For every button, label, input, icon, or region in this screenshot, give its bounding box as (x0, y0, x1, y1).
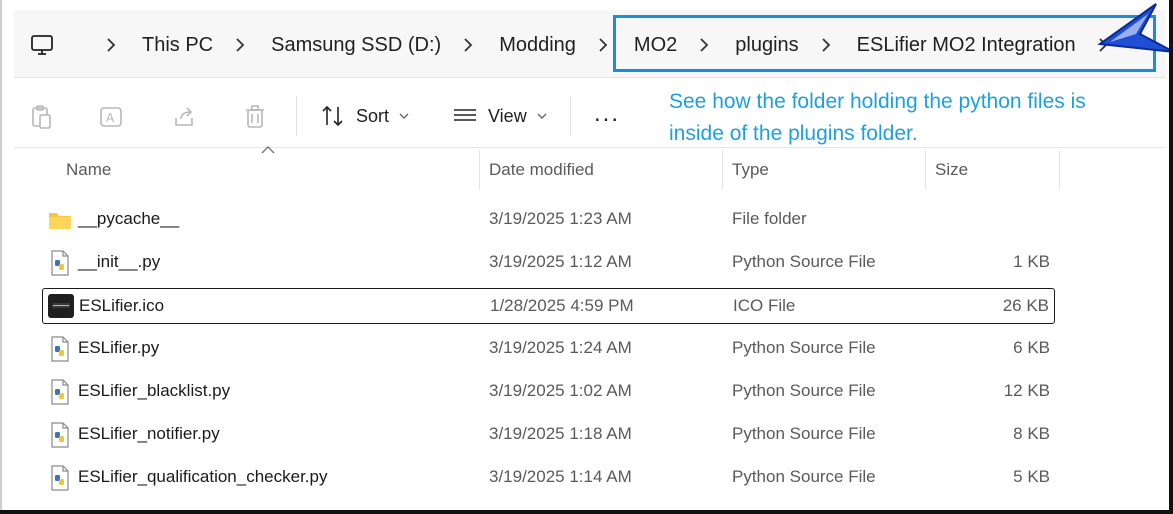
file-type: Python Source File (732, 467, 876, 486)
column-header-date[interactable]: Date modified (489, 160, 594, 180)
annotation-highlight-box (613, 15, 1156, 72)
python-file-icon (51, 250, 69, 276)
sort-button[interactable]: Sort (320, 100, 409, 132)
ico-file-icon (48, 294, 74, 318)
window-border-left (0, 0, 2, 514)
column-header-type[interactable]: Type (732, 160, 769, 180)
chevron-right-icon[interactable] (463, 38, 473, 52)
file-row[interactable]: __pycache__ 3/19/2025 1:23 AM File folde… (42, 202, 1055, 238)
file-name: ESLifier_blacklist.py (78, 381, 231, 400)
file-name: ESLifier.py (78, 338, 160, 357)
svg-text:A: A (106, 111, 115, 125)
annotation-note: See how the folder holding the python fi… (669, 86, 1169, 150)
python-file-icon (51, 336, 69, 362)
file-size: 8 KB (1013, 424, 1050, 443)
chevron-right-icon[interactable] (235, 38, 245, 52)
python-file-icon (51, 465, 69, 491)
file-type: Python Source File (732, 424, 876, 443)
share-icon[interactable] (172, 104, 198, 130)
file-size: 12 KB (1003, 381, 1050, 400)
breadcrumb-modding[interactable]: Modding (499, 34, 576, 57)
file-name: __init__.py (78, 252, 161, 271)
delete-icon[interactable] (242, 104, 268, 130)
file-explorer-window: This PC Samsung SSD (D:) Modding MO2 plu… (0, 0, 1173, 514)
sort-label: Sort (356, 105, 390, 126)
more-options-button[interactable]: ... (594, 102, 620, 126)
file-date: 3/19/2025 1:24 AM (489, 338, 632, 357)
file-row[interactable]: ESLifier.py 3/19/2025 1:24 AM Python Sou… (42, 331, 1055, 367)
file-row[interactable]: ESLifier_qualification_checker.py 3/19/2… (42, 460, 1055, 496)
file-size: 6 KB (1013, 338, 1050, 357)
sort-icon (322, 105, 343, 127)
file-row[interactable]: ESLifier_notifier.py 3/19/2025 1:18 AM P… (42, 417, 1055, 453)
file-type: File folder (732, 209, 807, 228)
file-date: 1/28/2025 4:59 PM (490, 296, 634, 315)
column-header-size[interactable]: Size (935, 160, 968, 180)
view-button[interactable]: View (452, 100, 547, 132)
toolbar-divider (570, 96, 571, 136)
breadcrumb-drive[interactable]: Samsung SSD (D:) (271, 34, 441, 57)
toolbar-divider (296, 96, 297, 136)
chevron-right-icon[interactable] (598, 38, 608, 52)
column-divider[interactable] (722, 150, 723, 190)
file-name: ESLifier_notifier.py (78, 424, 220, 443)
file-date: 3/19/2025 1:18 AM (489, 424, 632, 443)
file-row-selected[interactable]: ESLifier.ico 1/28/2025 4:59 PM ICO File … (42, 288, 1055, 324)
file-row[interactable]: ESLifier_blacklist.py 3/19/2025 1:02 AM … (42, 374, 1055, 410)
view-label: View (488, 105, 527, 126)
folder-icon (49, 213, 71, 229)
column-divider[interactable] (1059, 150, 1060, 190)
file-date: 3/19/2025 1:12 AM (489, 252, 632, 271)
chevron-down-icon (399, 113, 409, 119)
file-name: ESLifier.ico (79, 296, 165, 315)
file-name: ESLifier_qualification_checker.py (78, 467, 328, 486)
column-header-name[interactable]: Name (66, 160, 111, 180)
file-row[interactable]: __init__.py 3/19/2025 1:12 AM Python Sou… (42, 245, 1055, 281)
rename-icon[interactable]: A (98, 104, 124, 130)
sort-ascending-icon (261, 146, 275, 154)
file-date: 3/19/2025 1:14 AM (489, 467, 632, 486)
breadcrumb-this-pc[interactable]: This PC (142, 34, 213, 57)
python-file-icon (51, 379, 69, 405)
file-size: 26 KB (1002, 296, 1049, 315)
chevron-down-icon (537, 113, 547, 119)
computer-icon[interactable] (30, 33, 54, 57)
chevron-right-icon[interactable] (106, 38, 116, 52)
file-type: ICO File (733, 296, 796, 315)
file-type: Python Source File (732, 338, 876, 357)
annotation-line-1: See how the folder holding the python fi… (669, 90, 1086, 113)
view-list-icon (454, 109, 476, 121)
window-border-right (1169, 0, 1173, 514)
file-type: Python Source File (732, 252, 876, 271)
paste-icon[interactable] (28, 104, 54, 130)
annotation-arrow-icon (1097, 3, 1173, 53)
file-date: 3/19/2025 1:02 AM (489, 381, 632, 400)
file-name: __pycache__ (78, 209, 180, 228)
python-file-icon (51, 422, 69, 448)
file-size: 5 KB (1013, 467, 1050, 486)
file-type: Python Source File (732, 381, 876, 400)
annotation-line-2: inside of the plugins folder. (669, 122, 918, 145)
window-border-bottom (0, 510, 1173, 514)
column-divider[interactable] (925, 150, 926, 190)
file-size: 1 KB (1013, 252, 1050, 271)
file-date: 3/19/2025 1:23 AM (489, 209, 632, 228)
column-divider[interactable] (479, 150, 480, 190)
